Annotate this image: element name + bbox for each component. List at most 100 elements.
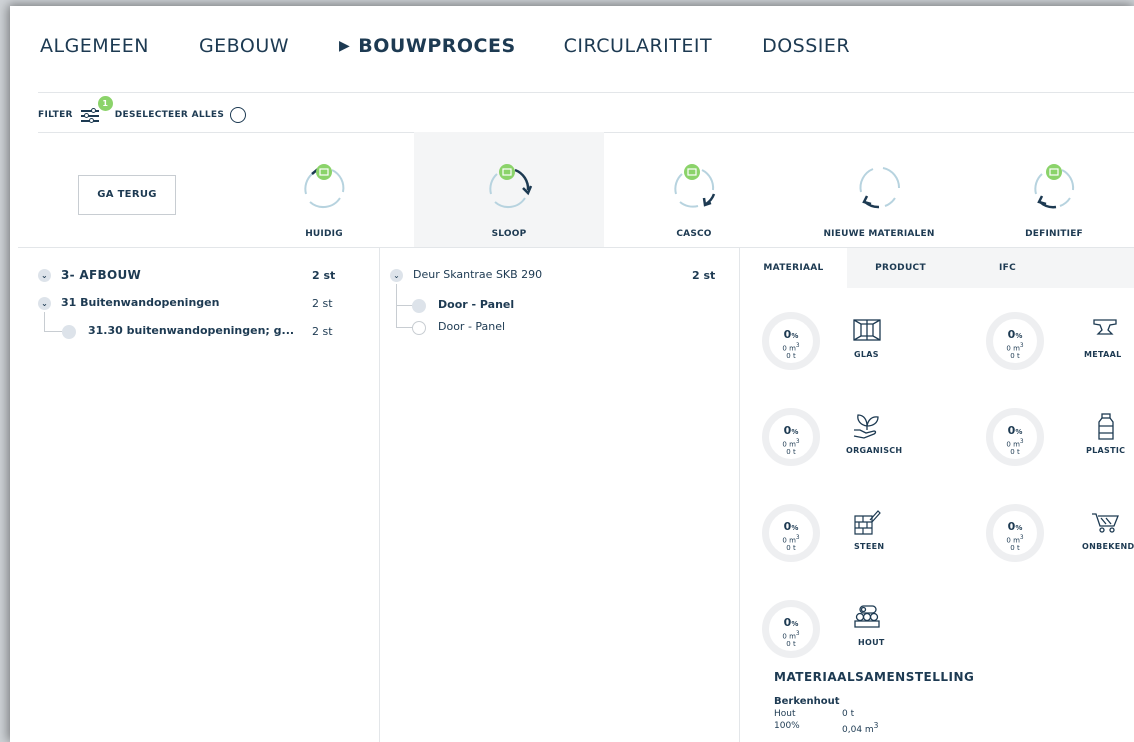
tree-label[interactable]: 31.30 buitenwandopeningen; g... [88,324,294,337]
tab-gebouw[interactable]: GEBOUW [199,35,289,57]
pct-sign: % [1015,332,1023,340]
phase-huidig[interactable]: HUIDIG [234,132,414,247]
mass-value: 0 t [786,640,796,649]
volume-value: 0 m [782,344,796,353]
tree-label: 31 Buitenwandopeningen [61,296,220,309]
material-name: GLAS [854,350,879,359]
element-node-selected[interactable] [412,299,426,313]
material-ring: 0% 0 m3 0 t [762,408,820,466]
pct-sign: % [791,428,799,436]
composition-material: Hout [774,709,796,719]
composition-mass: 0 t [842,709,855,719]
deselect-all-label[interactable]: DESELECTEER ALLES [115,110,224,120]
phase-label: NIEUWE MATERIALEN [823,229,935,239]
material-ring: 0% 0 m3 0 t [986,408,1044,466]
material-card-steen[interactable]: 0% 0 m3 0 t STEEN [762,504,962,574]
deselect-all-radio[interactable] [230,107,247,123]
filter-label[interactable]: FILTER [38,110,73,120]
tab-circulariteit[interactable]: CIRCULARITEIT [564,35,712,57]
plastic-icon [1098,413,1114,440]
tree-label: 3- AFBOUW [61,268,142,282]
volume-value: 0 m [1006,440,1020,449]
material-ring: 0% 0 m3 0 t [762,504,820,562]
chevron-down-icon[interactable]: ⌄ [38,296,51,310]
tree-node[interactable] [62,325,76,339]
composition-name: Berkenhout [774,696,840,707]
pct-sign: % [791,524,799,532]
composition-volume: 0,04 m [842,725,874,735]
organic-icon [853,414,879,439]
mass-value: 0 t [1010,448,1020,457]
tab-product[interactable]: PRODUCT [847,248,954,288]
material-card-hout[interactable]: 0% 0 m3 0 t HOUT [762,600,962,670]
tree-row[interactable]: ⌄ 31 Buitenwandopeningen [38,296,219,310]
tab-materiaal[interactable]: MATERIAAL [740,248,847,288]
wood-icon [854,605,880,628]
material-name: ORGANISCH [846,446,903,455]
glass-icon [853,319,881,341]
phase-sloop[interactable]: SLOOP [414,132,604,247]
material-card-glas[interactable]: 0% 0 m3 0 t GLAS [762,312,962,382]
phase-definitief[interactable]: DEFINITIEF [974,132,1134,247]
cycle-icon [674,164,716,208]
cycle-icon [304,164,345,209]
material-name: METAAL [1084,350,1122,359]
content-area: ⌄ 3- AFBOUW 2 st ⌄ 31 Buitenwandopeningen … [18,247,1134,742]
material-composition: MATERIAALSAMENSTELLING Berkenhout Hout 0 … [774,670,974,735]
element-list: ⌄ Deur Skantrae SKB 290 2 st Door - Panel… [380,248,740,742]
composition-line: 100% 0,04 m3 [774,721,879,735]
material-card-organisch[interactable]: 0% 0 m3 0 t ORGANISCH [762,408,962,478]
element-header[interactable]: ⌄ Deur Skantrae SKB 290 [390,268,542,282]
material-card-plastic[interactable]: 0% 0 m3 0 t PLASTIC [986,408,1134,478]
unknown-icon [1092,513,1119,533]
tree-connector [44,312,62,332]
mass-value: 0 t [786,448,796,457]
element-label: Deur Skantrae SKB 290 [413,268,543,281]
material-ring: 0% 0 m3 0 t [986,312,1044,370]
phase-label: HUIDIG [305,229,343,239]
phase-nieuwe-materialen[interactable]: NIEUWE MATERIALEN [784,132,974,247]
pct-sign: % [1015,524,1023,532]
stone-icon [854,510,881,535]
composition-pct: 100% [774,721,800,731]
element-node[interactable] [412,321,426,335]
volume-value: 0 m [782,440,796,449]
tab-algemeen[interactable]: ALGEMEEN [40,35,149,57]
app-window: ALGEMEEN GEBOUW BOUWPROCES CIRCULARITEIT… [10,6,1134,742]
material-ring: 0% 0 m3 0 t [762,600,820,658]
tree-row[interactable]: ⌄ 3- AFBOUW [38,268,141,282]
tree-qty: 2 st [312,297,333,310]
cycle-icon [1034,164,1075,209]
cycle-icon [489,164,533,209]
material-card-metaal[interactable]: 0% 0 m3 0 t METAAL [986,312,1134,382]
tab-bouwproces[interactable]: BOUWPROCES [339,35,516,57]
tab-ifc[interactable]: IFC [954,248,1061,288]
mass-value: 0 t [786,544,796,553]
volume-value: 0 m [1006,344,1020,353]
material-ring: 0% 0 m3 0 t [762,312,820,370]
building-tree: ⌄ 3- AFBOUW 2 st ⌄ 31 Buitenwandopeningen … [28,248,380,742]
tab-dossier[interactable]: DOSSIER [762,35,850,57]
element-qty: 2 st [692,269,716,282]
chevron-down-icon[interactable]: ⌄ [390,268,403,282]
pct-sign: % [791,620,799,628]
composition-title: MATERIAALSAMENSTELLING [774,670,975,684]
phase-casco[interactable]: CASCO [604,132,784,247]
composition-line: Hout 0 t [774,709,974,719]
material-card-onbekend[interactable]: 0% 0 m3 0 t ONBEKEND [986,504,1134,574]
mass-value: 0 t [1010,544,1020,553]
tree-qty: 2 st [312,269,336,282]
phase-selector: GA TERUG HUIDIG SLOOP CASCO NIEUWE MATER… [28,132,1134,247]
main-nav: ALGEMEEN GEBOUW BOUWPROCES CIRCULARITEIT… [40,32,900,60]
element-item[interactable]: Door - Panel [438,320,505,333]
filter-sliders-icon[interactable]: 1 [79,96,113,124]
phase-label: SLOOP [491,229,527,239]
mass-value: 0 t [1010,352,1020,361]
back-button[interactable]: GA TERUG [78,175,176,215]
material-ring: 0% 0 m3 0 t [986,504,1044,562]
material-name: PLASTIC [1086,446,1126,455]
material-name: STEEN [854,542,885,551]
element-item[interactable]: Door - Panel [438,298,514,311]
chevron-down-icon[interactable]: ⌄ [38,269,51,282]
mass-value: 0 t [786,352,796,361]
